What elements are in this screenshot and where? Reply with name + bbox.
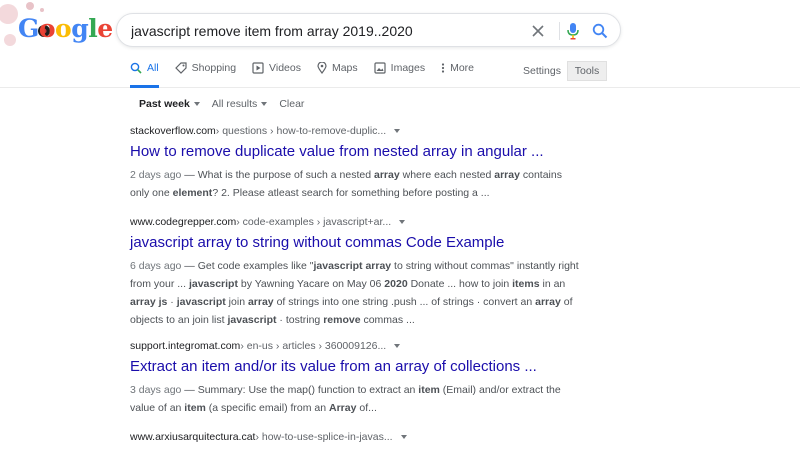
tab-more[interactable]: More [441,62,474,88]
search-result: support.integromat.com › en-us › article… [130,339,690,417]
tab-label: Images [390,62,426,74]
tab-images[interactable]: Images [374,62,425,88]
logo-text: Google [18,14,113,43]
snippet-line: objects to an join list javascript · tos… [130,314,415,326]
results-filter-label: All results [211,98,258,110]
search-divider [559,22,560,40]
clear-filters-link[interactable]: Clear [279,98,304,110]
result-title[interactable]: Extract an item and/or its value from an… [130,358,690,378]
search-box [116,13,621,47]
logo-letter: g [71,14,89,43]
clear-search-button[interactable] [527,20,549,42]
tab-all[interactable]: All [130,62,159,88]
caret-down-icon [261,102,268,106]
snippet-line: value of an item (a specific email) from… [130,402,377,414]
result-url[interactable]: www.codegrepper.com › code-examples › ja… [130,215,690,229]
header: Google javascript remove item from array… [0,0,800,88]
search-icon [592,23,608,39]
results-filter-dropdown[interactable]: All results [212,98,268,110]
snippet-line: array js · javascript join array of stri… [130,296,573,308]
logo-letter: o [38,14,56,43]
result-site: stackoverflow.com [130,125,216,137]
tab-videos[interactable]: Videos [252,62,301,88]
result-date: 6 days ago [130,260,182,272]
caret-down-icon[interactable] [399,220,406,224]
result-url[interactable]: www.arxiusarquitectura.cat › how-to-use-… [130,430,690,444]
time-filter-label: Past week [139,98,190,110]
caret-down-icon[interactable] [394,129,401,133]
result-title[interactable]: javascript array to string without comma… [130,234,690,254]
result-path: › code-examples › javascript+ar... [236,216,392,228]
result-site: www.codegrepper.com [130,216,237,228]
play-icon [252,62,264,74]
tab-label: Videos [269,62,301,74]
search-result: stackoverflow.com › questions › how-to-r… [130,124,690,202]
search-icon [130,62,142,74]
search-button[interactable] [589,20,611,42]
snippet-line: 6 days ago — Get code examples like "jav… [130,257,690,275]
result-path: › how-to-use-splice-in-javas... [255,431,393,443]
result-path: › questions › how-to-remove-duplic... [215,125,387,137]
google-logo[interactable]: Google [0,0,113,60]
voice-search-button[interactable] [562,20,584,42]
caret-down-icon [193,102,200,106]
snippet-line: 2 days ago — What is the purpose of such… [130,166,690,184]
more-dots-icon [441,62,445,74]
image-icon [374,62,386,74]
time-filter-dropdown[interactable]: Past week [139,98,200,110]
search-input[interactable] [131,20,521,42]
search-result: www.codegrepper.com › code-examples › ja… [130,215,690,329]
search-tabs: All Shopping Videos Maps Images More [130,62,490,88]
tab-label: All [147,62,159,74]
logo-letter: o [55,14,72,43]
logo-letter: e [97,14,113,43]
tab-label: More [450,62,475,74]
search-result: www.arxiusarquitectura.cat › how-to-use-… [130,430,690,444]
result-url[interactable]: stackoverflow.com › questions › how-to-r… [130,124,690,138]
snippet-line: only one element? 2. Please atleast sear… [130,187,490,199]
caret-down-icon[interactable] [394,344,401,348]
close-icon [532,25,544,37]
tab-maps[interactable]: Maps [317,62,358,88]
result-snippet: 2 days ago — What is the purpose of such… [130,166,690,202]
tools-button[interactable]: Tools [567,61,607,81]
snippet-text: — Get code examples like "javascript arr… [181,260,579,272]
result-date: 3 days ago [130,384,182,396]
filter-bar: Past week All results Clear [139,98,316,110]
result-date: 2 days ago [130,169,182,181]
tag-icon [174,62,187,74]
logo-letter: l [88,14,98,43]
snippet-line: 3 days ago — Summary: Use the map() func… [130,381,690,399]
result-url[interactable]: support.integromat.com › en-us › article… [130,339,690,353]
microphone-icon [567,23,579,40]
result-site: support.integromat.com [130,340,241,352]
settings-link[interactable]: Settings [523,65,561,77]
snippet-line: from your ... javascript by Yawning Yaca… [130,278,566,290]
snippet-text: — What is the purpose of such a nested a… [181,169,562,181]
result-title[interactable]: How to remove duplicate value from neste… [130,143,690,163]
caret-down-icon[interactable] [400,435,407,439]
tab-label: Shopping [191,62,237,74]
tab-label: Maps [331,62,358,74]
snippet-text: — Summary: Use the map() function to ext… [181,384,561,396]
map-pin-icon [317,62,327,74]
result-site: www.arxiusarquitectura.cat [130,431,256,443]
result-snippet: 6 days ago — Get code examples like "jav… [130,257,690,329]
result-path: › en-us › articles › 360009126... [240,340,387,352]
result-snippet: 3 days ago — Summary: Use the map() func… [130,381,690,417]
logo-letter: G [18,14,39,43]
tab-shopping[interactable]: Shopping [174,62,237,88]
